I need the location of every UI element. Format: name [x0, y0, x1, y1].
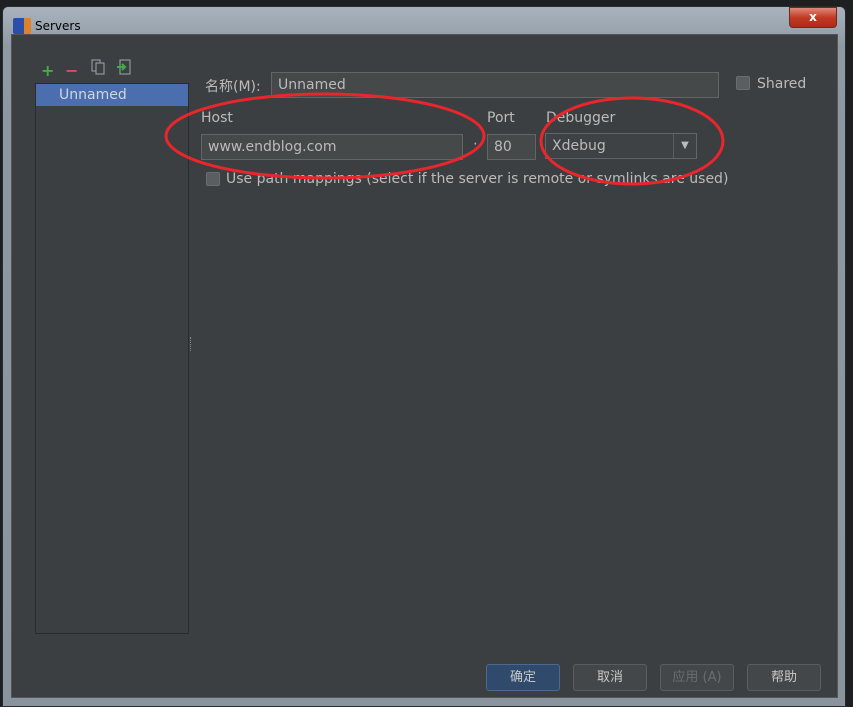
- annotation-circle-host: [164, 92, 486, 180]
- annotation-overlay: [164, 92, 725, 186]
- annotation-circle-debugger: [539, 96, 725, 186]
